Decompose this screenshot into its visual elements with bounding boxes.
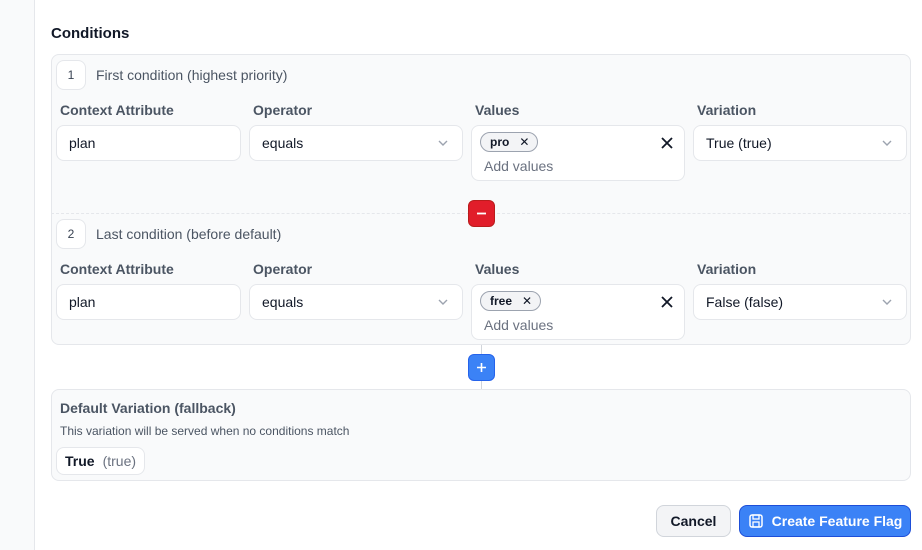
context-attribute-value: plan xyxy=(69,294,96,310)
create-feature-flag-label: Create Feature Flag xyxy=(771,513,903,529)
default-variation-selector[interactable]: True (true) xyxy=(56,447,146,475)
variation-label: Variation xyxy=(697,102,757,118)
variation-value: True (true) xyxy=(706,135,772,151)
value-tag-label: free xyxy=(490,294,513,308)
minus-icon xyxy=(477,212,486,215)
condition-title: Last condition (before default) xyxy=(96,226,282,242)
section-title: Conditions xyxy=(51,25,130,42)
variation-select[interactable]: True (true) xyxy=(693,125,907,161)
left-sidebar-edge xyxy=(0,0,35,550)
operator-select[interactable]: equals xyxy=(249,284,463,320)
variation-select[interactable]: False (false) xyxy=(693,284,907,320)
variation-label: Variation xyxy=(697,261,757,277)
condition-number-badge: 1 xyxy=(56,60,86,90)
operator-select[interactable]: equals xyxy=(249,125,463,161)
value-tag: pro ✕ xyxy=(480,132,539,152)
close-icon[interactable] xyxy=(660,295,674,309)
context-attribute-input[interactable]: plan xyxy=(56,125,241,161)
remove-tag-icon[interactable]: ✕ xyxy=(522,294,532,308)
values-multiselect[interactable]: pro ✕ Add values xyxy=(471,125,685,181)
remove-condition-button[interactable] xyxy=(468,200,495,227)
values-multiselect[interactable]: free ✕ Add values xyxy=(471,284,685,340)
chevron-down-icon xyxy=(882,299,892,305)
values-label: Values xyxy=(475,261,520,277)
operator-label: Operator xyxy=(253,261,313,277)
context-attribute-input[interactable]: plan xyxy=(56,284,241,320)
condition-number-badge: 2 xyxy=(56,219,86,249)
default-variation-title: Default Variation (fallback) xyxy=(60,400,236,416)
create-feature-flag-button[interactable]: Create Feature Flag xyxy=(739,505,911,537)
variation-value: False (false) xyxy=(706,294,784,310)
add-values-placeholder[interactable]: Add values xyxy=(484,317,553,333)
operator-value: equals xyxy=(262,294,304,310)
value-tag-label: pro xyxy=(490,135,510,149)
remove-tag-icon[interactable]: ✕ xyxy=(519,135,529,149)
chevron-down-icon xyxy=(438,140,448,146)
attribute-label: Context Attribute xyxy=(60,261,174,277)
connector-line xyxy=(481,381,482,389)
connector-line xyxy=(481,345,482,354)
chevron-down-icon xyxy=(438,299,448,305)
save-icon xyxy=(748,514,763,528)
default-variation-description: This variation will be served when no co… xyxy=(60,424,350,438)
close-icon[interactable] xyxy=(660,136,674,150)
attribute-label: Context Attribute xyxy=(60,102,174,118)
context-attribute-value: plan xyxy=(69,135,96,151)
cancel-button[interactable]: Cancel xyxy=(656,505,731,537)
condition-title: First condition (highest priority) xyxy=(96,67,288,83)
chevron-down-icon xyxy=(882,140,892,146)
values-label: Values xyxy=(475,102,520,118)
operator-label: Operator xyxy=(253,102,313,118)
add-values-placeholder[interactable]: Add values xyxy=(484,158,553,174)
plus-icon xyxy=(477,363,486,372)
default-variation-label: True xyxy=(65,453,95,469)
add-condition-button[interactable] xyxy=(468,354,495,381)
operator-value: equals xyxy=(262,135,304,151)
default-variation-value: (true) xyxy=(102,453,137,469)
value-tag: free ✕ xyxy=(480,291,542,311)
